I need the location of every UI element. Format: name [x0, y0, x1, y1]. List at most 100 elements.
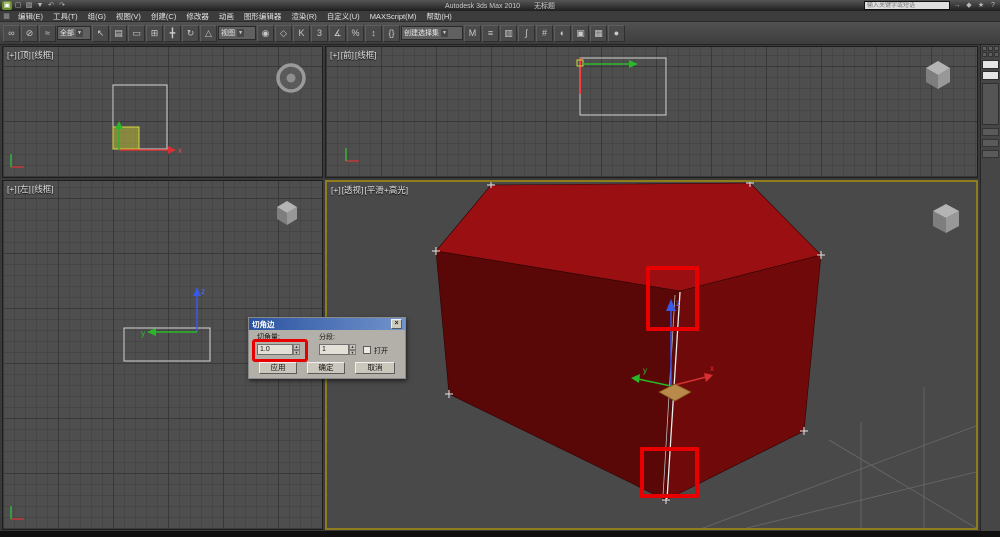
reference-coordinate-dropdown[interactable]: 视图 ▼: [218, 26, 256, 40]
viewport-name-button[interactable]: [透视]: [342, 185, 364, 195]
angle-snap-icon[interactable]: ∡: [329, 25, 346, 42]
viewcube[interactable]: [926, 61, 950, 89]
rollout-bar[interactable]: [982, 139, 999, 147]
rendered-frame-icon[interactable]: ▦: [590, 25, 607, 42]
axis-x-label: x: [178, 146, 182, 155]
ok-button[interactable]: 确定: [307, 362, 345, 374]
render-setup-icon[interactable]: ▣: [572, 25, 589, 42]
menu-edit[interactable]: 编辑(E): [13, 11, 48, 22]
viewport-shading-button[interactable]: [线框]: [32, 50, 54, 60]
cancel-button[interactable]: 取消: [355, 362, 395, 374]
menu-maxscript[interactable]: MAXScript(M): [365, 12, 422, 21]
tab-utilities-icon[interactable]: [994, 52, 999, 57]
menu-group[interactable]: 组(G): [83, 11, 111, 22]
tab-modify-icon[interactable]: [988, 46, 993, 51]
dialog-titlebar[interactable]: 切角边 ×: [249, 318, 405, 330]
curve-editor-icon[interactable]: ∫: [518, 25, 535, 42]
menu-modifiers[interactable]: 修改器: [181, 11, 214, 22]
select-and-link-icon[interactable]: ∞: [3, 25, 20, 42]
percent-snap-icon[interactable]: %: [347, 25, 364, 42]
open-checkbox[interactable]: [363, 346, 371, 354]
tab-display-icon[interactable]: [988, 52, 993, 57]
menu-views[interactable]: 视图(V): [111, 11, 146, 22]
rollout-bar[interactable]: [982, 128, 999, 136]
favorites-star-icon[interactable]: ★: [976, 1, 986, 10]
graphite-menu-icon[interactable]: ▦: [0, 12, 13, 20]
menu-graph-editors[interactable]: 图形编辑器: [239, 11, 287, 22]
viewport-name-button[interactable]: [左]: [18, 184, 31, 194]
help-icon[interactable]: ?: [988, 1, 998, 10]
new-scene-icon[interactable]: ▢: [13, 1, 23, 10]
redo-icon[interactable]: ↷: [57, 1, 67, 10]
save-file-icon[interactable]: ▼: [35, 1, 45, 10]
search-go-icon[interactable]: →: [952, 1, 962, 10]
snaps-toggle-icon[interactable]: 3: [311, 25, 328, 42]
spinner-snap-icon[interactable]: ↕: [365, 25, 382, 42]
viewport-menu-button[interactable]: [+]: [331, 185, 341, 195]
viewport-shading-button[interactable]: [平滑+高光]: [364, 185, 408, 195]
select-and-move-icon[interactable]: ╋: [164, 25, 181, 42]
viewport-menu-button[interactable]: [+]: [7, 50, 17, 60]
select-and-manipulate-icon[interactable]: ◇: [275, 25, 292, 42]
apply-button[interactable]: 应用: [259, 362, 297, 374]
select-and-rotate-icon[interactable]: ↻: [182, 25, 199, 42]
viewport-front[interactable]: [+][前][线框]: [325, 46, 978, 178]
viewport-name-button[interactable]: [前]: [341, 50, 354, 60]
box-wireframe-left-view[interactable]: [124, 328, 210, 361]
modifier-list-dropdown[interactable]: [982, 71, 999, 80]
application-menu-button[interactable]: ▣: [2, 1, 12, 10]
spinner-down-icon[interactable]: ▼: [349, 350, 356, 356]
box-wireframe-front-view[interactable]: [580, 58, 666, 115]
unlink-selection-icon[interactable]: ⊘: [21, 25, 38, 42]
tab-hierarchy-icon[interactable]: [994, 46, 999, 51]
modifier-stack[interactable]: [982, 83, 999, 125]
viewport-top[interactable]: [+][顶][线框] x: [2, 46, 323, 178]
subscription-center-icon[interactable]: ◆: [964, 1, 974, 10]
use-pivot-center-icon[interactable]: ◉: [257, 25, 274, 42]
viewcube-compass[interactable]: [278, 65, 304, 91]
viewport-shading-button[interactable]: [线框]: [32, 184, 54, 194]
align-icon[interactable]: ≡: [482, 25, 499, 42]
mirror-icon[interactable]: M: [464, 25, 481, 42]
menu-rendering[interactable]: 渲染(R): [286, 11, 321, 22]
menu-create[interactable]: 创建(C): [146, 11, 181, 22]
tab-create-icon[interactable]: [982, 46, 987, 51]
layer-manager-icon[interactable]: ▥: [500, 25, 517, 42]
rectangular-region-icon[interactable]: ▭: [128, 25, 145, 42]
open-file-icon[interactable]: ▧: [24, 1, 34, 10]
viewport-menu-button[interactable]: [+]: [7, 184, 17, 194]
select-object-icon[interactable]: ↖: [92, 25, 109, 42]
schematic-view-icon[interactable]: #: [536, 25, 553, 42]
menu-tools[interactable]: 工具(T): [48, 11, 83, 22]
edit-named-sets-icon[interactable]: {}: [383, 25, 400, 42]
bottom-strip: [0, 531, 1000, 537]
keyboard-override-icon[interactable]: K: [293, 25, 310, 42]
named-selection-dropdown[interactable]: 创建选择集 ▼: [401, 26, 463, 40]
selection-filter-dropdown[interactable]: 全部 ▼: [57, 26, 91, 40]
quick-render-icon[interactable]: ●: [608, 25, 625, 42]
dialog-close-button[interactable]: ×: [391, 319, 402, 329]
bind-to-spacewarp-icon[interactable]: ≈: [39, 25, 56, 42]
segments-spinner[interactable]: ▲ ▼: [349, 344, 356, 355]
select-and-scale-icon[interactable]: △: [200, 25, 217, 42]
move-gizmo-front-view[interactable]: [577, 60, 638, 68]
viewcube[interactable]: [933, 204, 959, 233]
viewport-name-button[interactable]: [顶]: [18, 50, 31, 60]
tab-motion-icon[interactable]: [982, 52, 987, 57]
move-gizmo-left-view[interactable]: y z: [141, 287, 205, 338]
rollout-bar[interactable]: [982, 150, 999, 158]
menu-animation[interactable]: 动画: [214, 11, 239, 22]
viewport-shading-button[interactable]: [线框]: [355, 50, 377, 60]
segments-field[interactable]: 1: [319, 344, 349, 355]
viewcube[interactable]: [277, 201, 297, 225]
window-crossing-icon[interactable]: ⊞: [146, 25, 163, 42]
undo-icon[interactable]: ↶: [46, 1, 56, 10]
menu-help[interactable]: 帮助(H): [421, 11, 456, 22]
viewport-menu-button[interactable]: [+]: [330, 50, 340, 60]
gizmo-plane-handle[interactable]: [113, 127, 139, 149]
material-editor-icon[interactable]: ◐: [554, 25, 571, 42]
infocenter-search-input[interactable]: [864, 1, 950, 10]
menu-customize[interactable]: 自定义(U): [322, 11, 365, 22]
select-by-name-icon[interactable]: ▤: [110, 25, 127, 42]
object-name-field[interactable]: [982, 60, 999, 69]
